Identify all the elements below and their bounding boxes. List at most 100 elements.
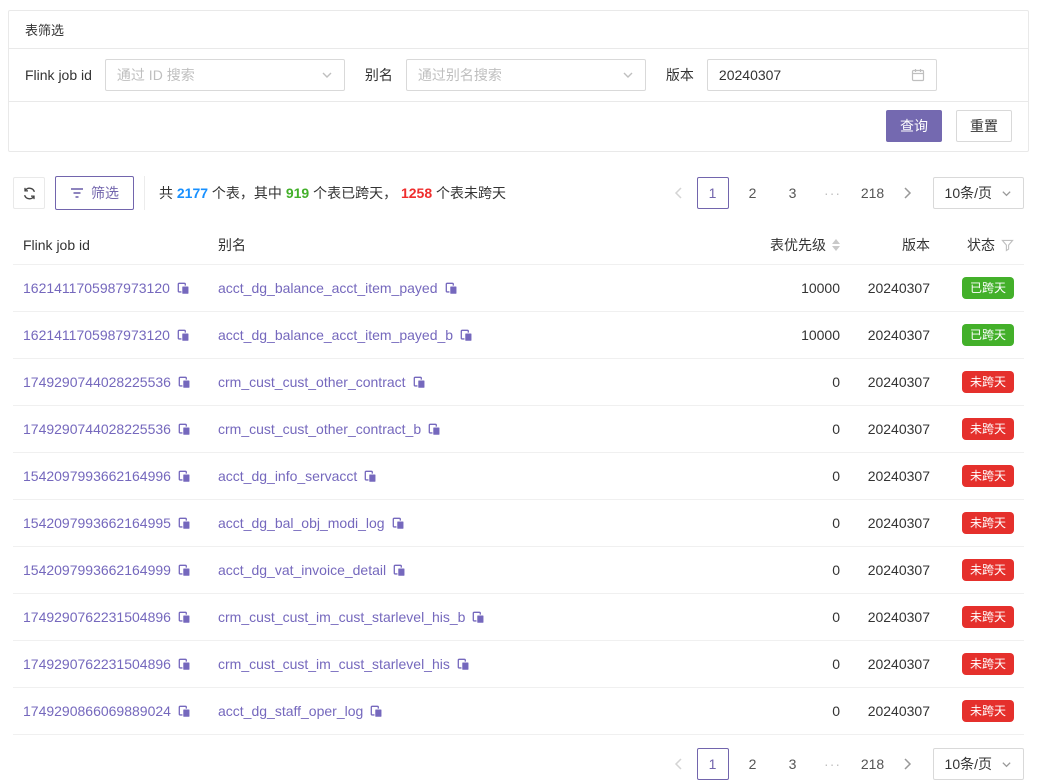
sort-icon[interactable]	[832, 239, 840, 251]
version-value: 20240307	[850, 500, 940, 547]
status-badge: 未跨天	[962, 512, 1014, 534]
alias-link[interactable]: crm_cust_cust_other_contract_b	[218, 421, 421, 437]
next-page-button[interactable]	[893, 748, 921, 780]
table-row: 1749290744028225536 crm_cust_cust_other_…	[13, 359, 1024, 406]
priority-value: 0	[728, 594, 850, 641]
copy-icon[interactable]	[457, 658, 470, 671]
copy-icon[interactable]	[178, 564, 191, 577]
copy-icon[interactable]	[178, 470, 191, 483]
page-number-3[interactable]: 3	[777, 177, 809, 209]
filter-funnel-icon[interactable]	[1001, 239, 1014, 252]
job-id-link[interactable]: 1542097993662164996	[23, 468, 171, 484]
alias-link[interactable]: crm_cust_cust_im_cust_starlevel_his	[218, 656, 450, 672]
job-id-link[interactable]: 1621411705987973120	[23, 280, 170, 296]
prev-page-button[interactable]	[665, 748, 693, 780]
prev-page-button[interactable]	[665, 177, 693, 209]
page-number-1[interactable]: 1	[697, 748, 729, 780]
job-id-link[interactable]: 1749290762231504896	[23, 656, 171, 672]
refresh-button[interactable]	[13, 177, 45, 209]
page-number-218[interactable]: 218	[857, 177, 889, 209]
alias-select[interactable]: 通过别名搜索	[406, 59, 646, 91]
copy-icon[interactable]	[428, 423, 441, 436]
copy-icon[interactable]	[393, 564, 406, 577]
priority-value: 0	[728, 641, 850, 688]
filter-button-label: 筛选	[91, 183, 119, 203]
copy-icon[interactable]	[392, 517, 405, 530]
pagination: 123···218 10条/页	[665, 177, 1024, 209]
copy-icon[interactable]	[472, 611, 485, 624]
status-badge: 未跨天	[962, 653, 1014, 675]
alias-link[interactable]: acct_dg_info_servacct	[218, 468, 357, 484]
chevron-right-icon	[902, 187, 912, 199]
status-badge: 未跨天	[962, 700, 1014, 722]
copy-icon[interactable]	[178, 658, 191, 671]
copy-icon[interactable]	[178, 376, 191, 389]
chevron-down-icon	[321, 69, 333, 81]
page-ellipsis[interactable]: ···	[817, 177, 849, 209]
job-id-link[interactable]: 1749290744028225536	[23, 421, 171, 437]
table-summary: 共 2177 个表，其中 919 个表已跨天， 1258 个表未跨天	[159, 183, 506, 203]
status-badge: 未跨天	[962, 418, 1014, 440]
filter-lines-icon	[70, 187, 84, 199]
table-row: 1749290762231504896 crm_cust_cust_im_cus…	[13, 594, 1024, 641]
page-size-select[interactable]: 10条/页	[933, 177, 1024, 209]
copy-icon[interactable]	[460, 329, 473, 342]
chevron-down-icon	[1001, 188, 1012, 199]
status-badge: 未跨天	[962, 559, 1014, 581]
job-id-link[interactable]: 1542097993662164999	[23, 562, 171, 578]
copy-icon[interactable]	[445, 282, 458, 295]
panel-title: 表筛选	[9, 11, 1028, 49]
copy-icon[interactable]	[364, 470, 377, 483]
bottom-pagination-bar: 123···218 10条/页	[13, 748, 1024, 780]
flink-job-id-label: Flink job id	[25, 67, 92, 83]
version-value: 20240307	[850, 641, 940, 688]
page-ellipsis[interactable]: ···	[817, 748, 849, 780]
alias-link[interactable]: acct_dg_staff_oper_log	[218, 703, 363, 719]
page-number-2[interactable]: 2	[737, 177, 769, 209]
status-badge: 未跨天	[962, 606, 1014, 628]
alias-link[interactable]: acct_dg_balance_acct_item_payed_b	[218, 327, 453, 343]
page-number-1[interactable]: 1	[697, 177, 729, 209]
alias-link[interactable]: crm_cust_cust_im_cust_starlevel_his_b	[218, 609, 465, 625]
filter-button[interactable]: 筛选	[55, 176, 134, 210]
table-row: 1749290866069889024 acct_dg_staff_oper_l…	[13, 688, 1024, 735]
copy-icon[interactable]	[178, 423, 191, 436]
flink-job-id-placeholder: 通过 ID 搜索	[117, 65, 321, 85]
status-badge: 已跨天	[962, 277, 1014, 299]
copy-icon[interactable]	[178, 517, 191, 530]
job-id-link[interactable]: 1749290866069889024	[23, 703, 171, 719]
alias-link[interactable]: crm_cust_cust_other_contract	[218, 374, 406, 390]
query-button[interactable]: 查询	[886, 110, 942, 142]
copy-icon[interactable]	[413, 376, 426, 389]
alias-link[interactable]: acct_dg_balance_acct_item_payed	[218, 280, 438, 296]
copy-icon[interactable]	[178, 611, 191, 624]
flink-job-id-select[interactable]: 通过 ID 搜索	[105, 59, 345, 91]
job-id-link[interactable]: 1542097993662164995	[23, 515, 171, 531]
version-value: 20240307	[850, 453, 940, 500]
pagination: 123···218 10条/页	[665, 748, 1024, 780]
page-size-value: 10条/页	[945, 754, 992, 774]
job-id-link[interactable]: 1749290762231504896	[23, 609, 171, 625]
page-number-218[interactable]: 218	[857, 748, 889, 780]
column-priority[interactable]: 表优先级	[728, 226, 850, 265]
copy-icon[interactable]	[177, 329, 190, 342]
copy-icon[interactable]	[178, 705, 191, 718]
column-alias: 别名	[208, 226, 728, 265]
version-date-input[interactable]: 20240307	[707, 59, 937, 91]
copy-icon[interactable]	[177, 282, 190, 295]
version-value: 20240307	[850, 594, 940, 641]
page-number-3[interactable]: 3	[777, 748, 809, 780]
version-value: 20240307	[850, 406, 940, 453]
job-id-link[interactable]: 1749290744028225536	[23, 374, 171, 390]
page-number-2[interactable]: 2	[737, 748, 769, 780]
next-page-button[interactable]	[893, 177, 921, 209]
alias-link[interactable]: acct_dg_bal_obj_modi_log	[218, 515, 385, 531]
reset-button[interactable]: 重置	[956, 110, 1012, 142]
alias-link[interactable]: acct_dg_vat_invoice_detail	[218, 562, 386, 578]
uncrossed-count: 1258	[401, 185, 432, 201]
page-size-select[interactable]: 10条/页	[933, 748, 1024, 780]
copy-icon[interactable]	[370, 705, 383, 718]
pagination-pages: 123···218	[693, 748, 893, 780]
job-id-link[interactable]: 1621411705987973120	[23, 327, 170, 343]
column-status[interactable]: 状态	[940, 226, 1024, 265]
